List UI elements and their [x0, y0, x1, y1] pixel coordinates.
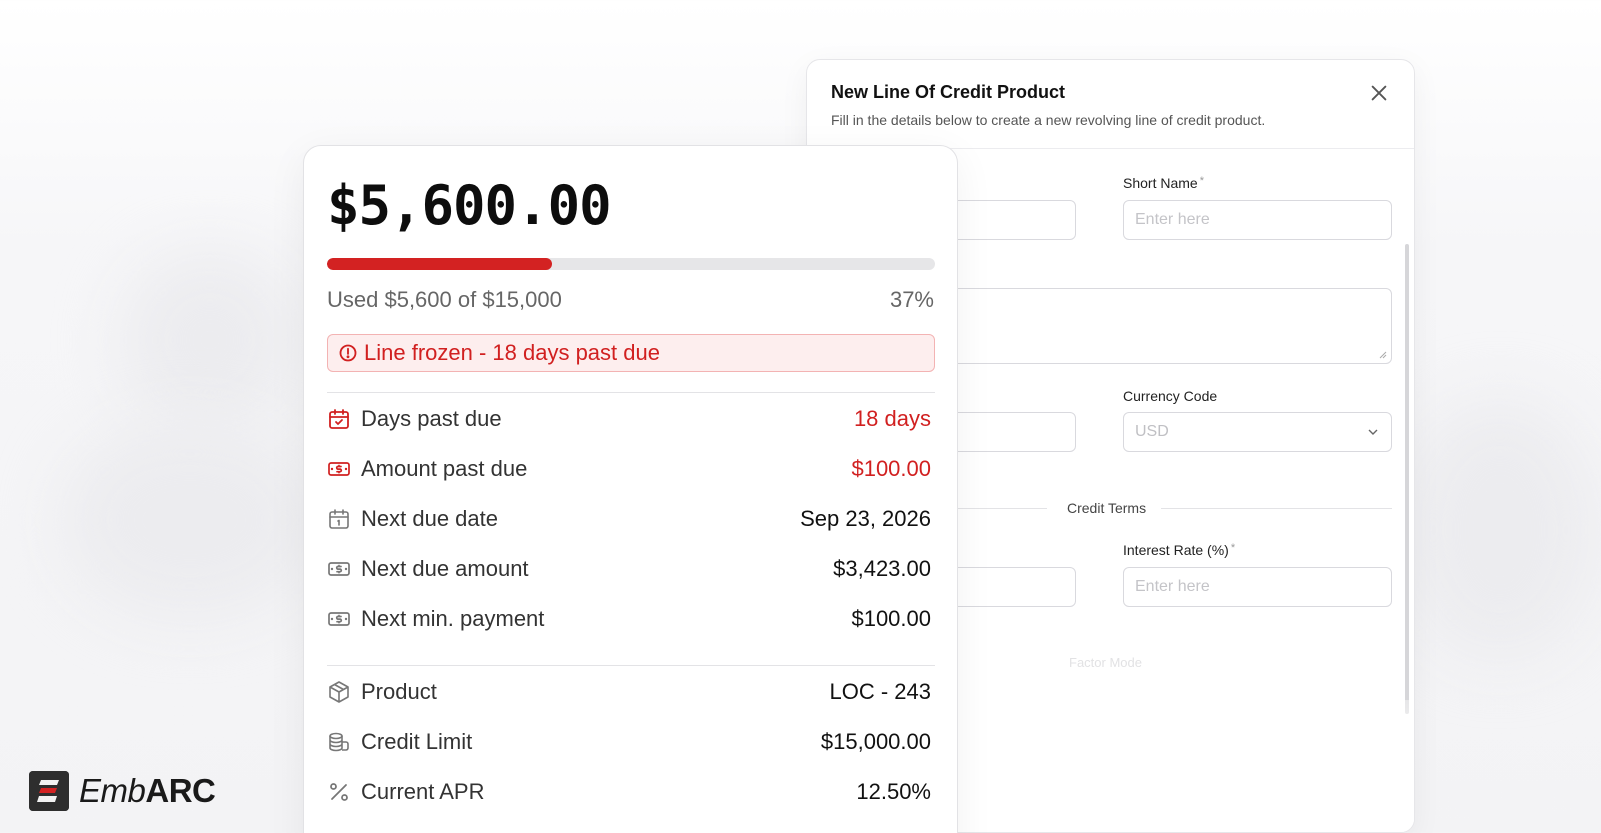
percent-icon — [327, 780, 351, 804]
detail-row-label: Next due date — [361, 506, 498, 531]
interest-rate-input[interactable] — [1123, 567, 1392, 607]
detail-row-label: Credit Limit — [361, 729, 473, 754]
balance-amount: $5,600.00 — [327, 174, 612, 237]
factor-mode-section-title: Factor Mode — [1069, 655, 1142, 670]
embarc-logo-mark — [29, 771, 69, 811]
detail-row-label: Current APR — [361, 779, 485, 804]
detail-row-value: $100.00 — [851, 606, 931, 631]
usage-progress-fill — [327, 258, 552, 270]
modal-scrollbar[interactable] — [1405, 244, 1409, 714]
detail-row-credit-limit: Credit Limit $15,000.00 — [327, 724, 935, 760]
detail-row-value: 12.50% — [856, 779, 931, 804]
section-divider-right — [1161, 508, 1392, 509]
detail-row-next-due-date: Next due date Sep 23, 2026 — [327, 501, 935, 537]
detail-row-label: Product — [361, 679, 437, 704]
chevron-down-icon — [1368, 429, 1378, 435]
detail-row-label: Days past due — [361, 406, 502, 431]
calendar-check-icon — [327, 407, 351, 431]
detail-row-current-apr: Current APR 12.50% — [327, 774, 935, 810]
detail-row-product: Product LOC - 243 — [327, 674, 935, 710]
credit-terms-section-title: Credit Terms — [1067, 500, 1147, 516]
detail-row-amount-past-due: Amount past due $100.00 — [327, 451, 935, 487]
detail-row-value: Sep 23, 2026 — [800, 506, 931, 531]
detail-row-value: $3,423.00 — [833, 556, 931, 581]
modal-subtitle: Fill in the details below to create a ne… — [831, 112, 1266, 128]
alert-circle-icon — [339, 344, 357, 362]
embarc-logo: EmbARC — [29, 771, 216, 811]
usage-progress-bar — [327, 258, 935, 270]
detail-row-days-past-due: Days past due 18 days — [327, 401, 935, 437]
calendar-icon — [327, 507, 351, 531]
currency-code-value: USD — [1135, 423, 1169, 440]
resize-grip-icon[interactable] — [1377, 349, 1387, 359]
box-icon — [327, 680, 351, 704]
coins-icon — [327, 730, 351, 754]
background-blob — [1400, 400, 1600, 660]
usage-percent: 37% — [889, 287, 934, 312]
detail-row-value: $15,000.00 — [820, 729, 931, 754]
cash-icon — [327, 457, 351, 481]
card-divider — [327, 392, 935, 393]
detail-row-label: Next due amount — [361, 556, 529, 581]
close-icon — [1371, 85, 1387, 101]
card-divider — [327, 665, 935, 666]
short-name-label: Short Name * — [1123, 175, 1204, 191]
close-button[interactable] — [1368, 82, 1390, 104]
alert-text: Line frozen - 18 days past due — [364, 340, 660, 365]
detail-row-value: $100.00 — [851, 456, 931, 481]
detail-row-value: 18 days — [853, 406, 931, 431]
interest-rate-label: Interest Rate (%) * — [1123, 542, 1236, 558]
detail-row-label: Amount past due — [361, 456, 528, 481]
credit-line-card: $5,600.00 Used $5,600 of $15,000 37% Lin… — [303, 145, 958, 833]
usage-text: Used $5,600 of $15,000 — [327, 287, 562, 312]
modal-header: New Line Of Credit Product Fill in the d… — [807, 60, 1414, 149]
detail-row-next-due-amount: Next due amount $3,423.00 — [327, 551, 935, 587]
detail-row-value: LOC - 243 — [829, 679, 932, 704]
background-blob — [60, 420, 320, 620]
currency-code-label: Currency Code — [1123, 388, 1218, 404]
embarc-wordmark: EmbARC — [79, 772, 216, 809]
background-blob — [120, 250, 300, 430]
frozen-alert-banner: Line frozen - 18 days past due — [327, 334, 935, 372]
modal-title: New Line Of Credit Product — [831, 82, 1066, 102]
detail-row-label: Next min. payment — [361, 606, 545, 631]
short-name-input[interactable] — [1123, 200, 1392, 240]
detail-row-next-min-payment: Next min. payment $100.00 — [327, 601, 935, 637]
cash-icon — [327, 557, 351, 581]
cash-icon — [327, 607, 351, 631]
currency-code-select[interactable]: USD — [1123, 412, 1392, 452]
